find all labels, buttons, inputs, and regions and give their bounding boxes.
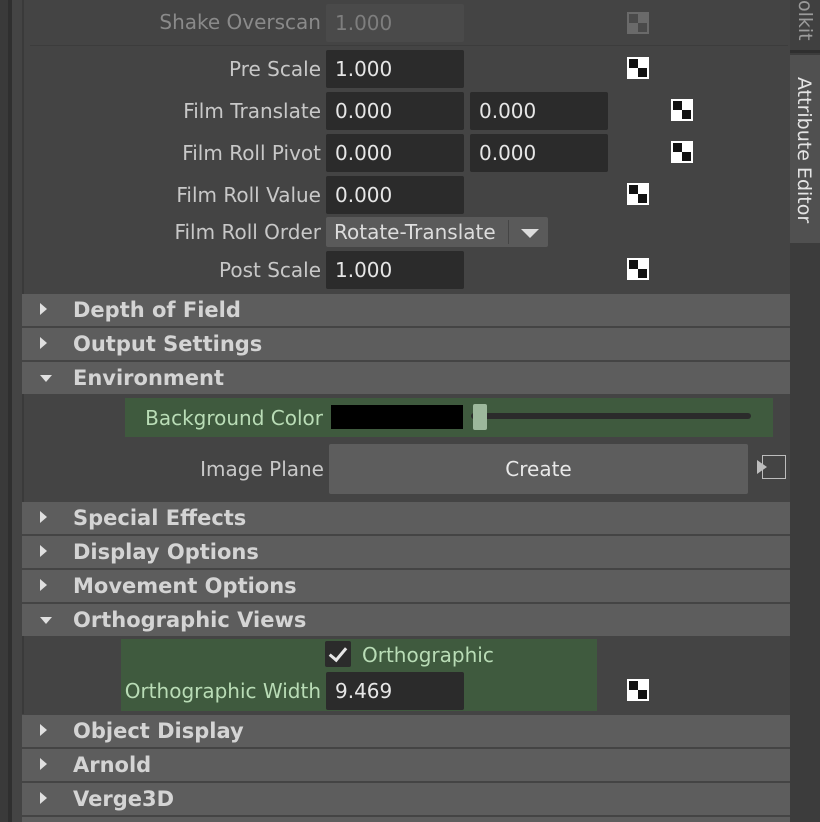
film-roll-value-label: Film Roll Value [176, 183, 321, 207]
map-input-icon[interactable] [757, 455, 787, 481]
film-translate-y-field[interactable]: 0.000 [470, 92, 608, 130]
triangle-right-icon [40, 570, 54, 602]
checkmark-icon [328, 642, 348, 663]
film-translate-label: Film Translate [183, 99, 321, 123]
orthographic-checkbox[interactable] [325, 641, 351, 667]
chevron-down-icon [521, 229, 539, 238]
orthographic-checkbox-label: Orthographic [362, 643, 494, 667]
section-orthographic-views[interactable]: Orthographic Views [22, 604, 790, 636]
create-image-plane-button[interactable]: Create [329, 444, 748, 494]
keyframe-checker-icon[interactable] [627, 183, 649, 205]
section-special-effects[interactable]: Special Effects [22, 502, 790, 534]
triangle-right-icon [40, 294, 54, 326]
background-color-label: Background Color [145, 406, 323, 430]
film-roll-value-field[interactable]: 0.000 [326, 176, 464, 214]
triangle-right-icon [40, 536, 54, 568]
background-color-slider[interactable] [471, 413, 751, 419]
keyframe-checker-icon[interactable] [671, 99, 693, 121]
triangle-right-icon [40, 783, 54, 815]
orthographic-width-field[interactable]: 9.469 [326, 672, 464, 710]
triangle-right-icon [40, 502, 54, 534]
film-translate-x-field[interactable]: 0.000 [326, 92, 464, 130]
panel-left-border [0, 0, 8, 822]
shake-overscan-field[interactable]: 1.000 [326, 4, 464, 42]
section-next [22, 817, 790, 822]
section-verge3d[interactable]: Verge3D [22, 783, 790, 815]
section-display-options[interactable]: Display Options [22, 536, 790, 568]
section-arnold[interactable]: Arnold [22, 749, 790, 781]
film-roll-pivot-label: Film Roll Pivot [182, 141, 321, 165]
section-movement-options[interactable]: Movement Options [22, 570, 790, 602]
film-roll-order-value: Rotate-Translate [334, 220, 496, 244]
slider-handle[interactable] [473, 404, 487, 430]
keyframe-checker-icon[interactable] [627, 258, 649, 280]
panel-left-shadow [8, 0, 12, 822]
keyframe-checker-icon[interactable] [627, 12, 649, 34]
tab-toolkit[interactable]: olkit [790, 0, 820, 50]
triangle-right-icon [40, 715, 54, 747]
image-plane-label: Image Plane [200, 457, 324, 481]
film-roll-order-dropdown[interactable]: Rotate-Translate [326, 217, 548, 247]
tab-attribute-editor[interactable]: Attribute Editor [790, 55, 820, 243]
section-object-display[interactable]: Object Display [22, 715, 790, 747]
keyframe-checker-icon[interactable] [627, 57, 649, 79]
section-output-settings[interactable]: Output Settings [22, 328, 790, 360]
triangle-down-icon [40, 362, 54, 394]
film-roll-order-label: Film Roll Order [174, 220, 321, 244]
keyframe-checker-icon[interactable] [627, 679, 649, 701]
section-environment[interactable]: Environment [22, 362, 790, 394]
background-color-swatch[interactable] [331, 405, 463, 429]
pre-scale-field[interactable]: 1.000 [326, 50, 464, 88]
triangle-right-icon [40, 749, 54, 781]
triangle-right-icon [40, 328, 54, 360]
film-roll-pivot-x-field[interactable]: 0.000 [326, 134, 464, 172]
orthographic-width-label: Orthographic Width [124, 679, 321, 703]
keyframe-checker-icon[interactable] [671, 141, 693, 163]
post-scale-field[interactable]: 1.000 [326, 251, 464, 289]
pre-scale-label: Pre Scale [229, 57, 321, 81]
section-depth-of-field[interactable]: Depth of Field [22, 294, 790, 326]
shake-overscan-label: Shake Overscan [159, 10, 321, 34]
post-scale-label: Post Scale [218, 258, 321, 282]
film-roll-pivot-y-field[interactable]: 0.000 [470, 134, 608, 172]
triangle-down-icon [40, 604, 54, 636]
